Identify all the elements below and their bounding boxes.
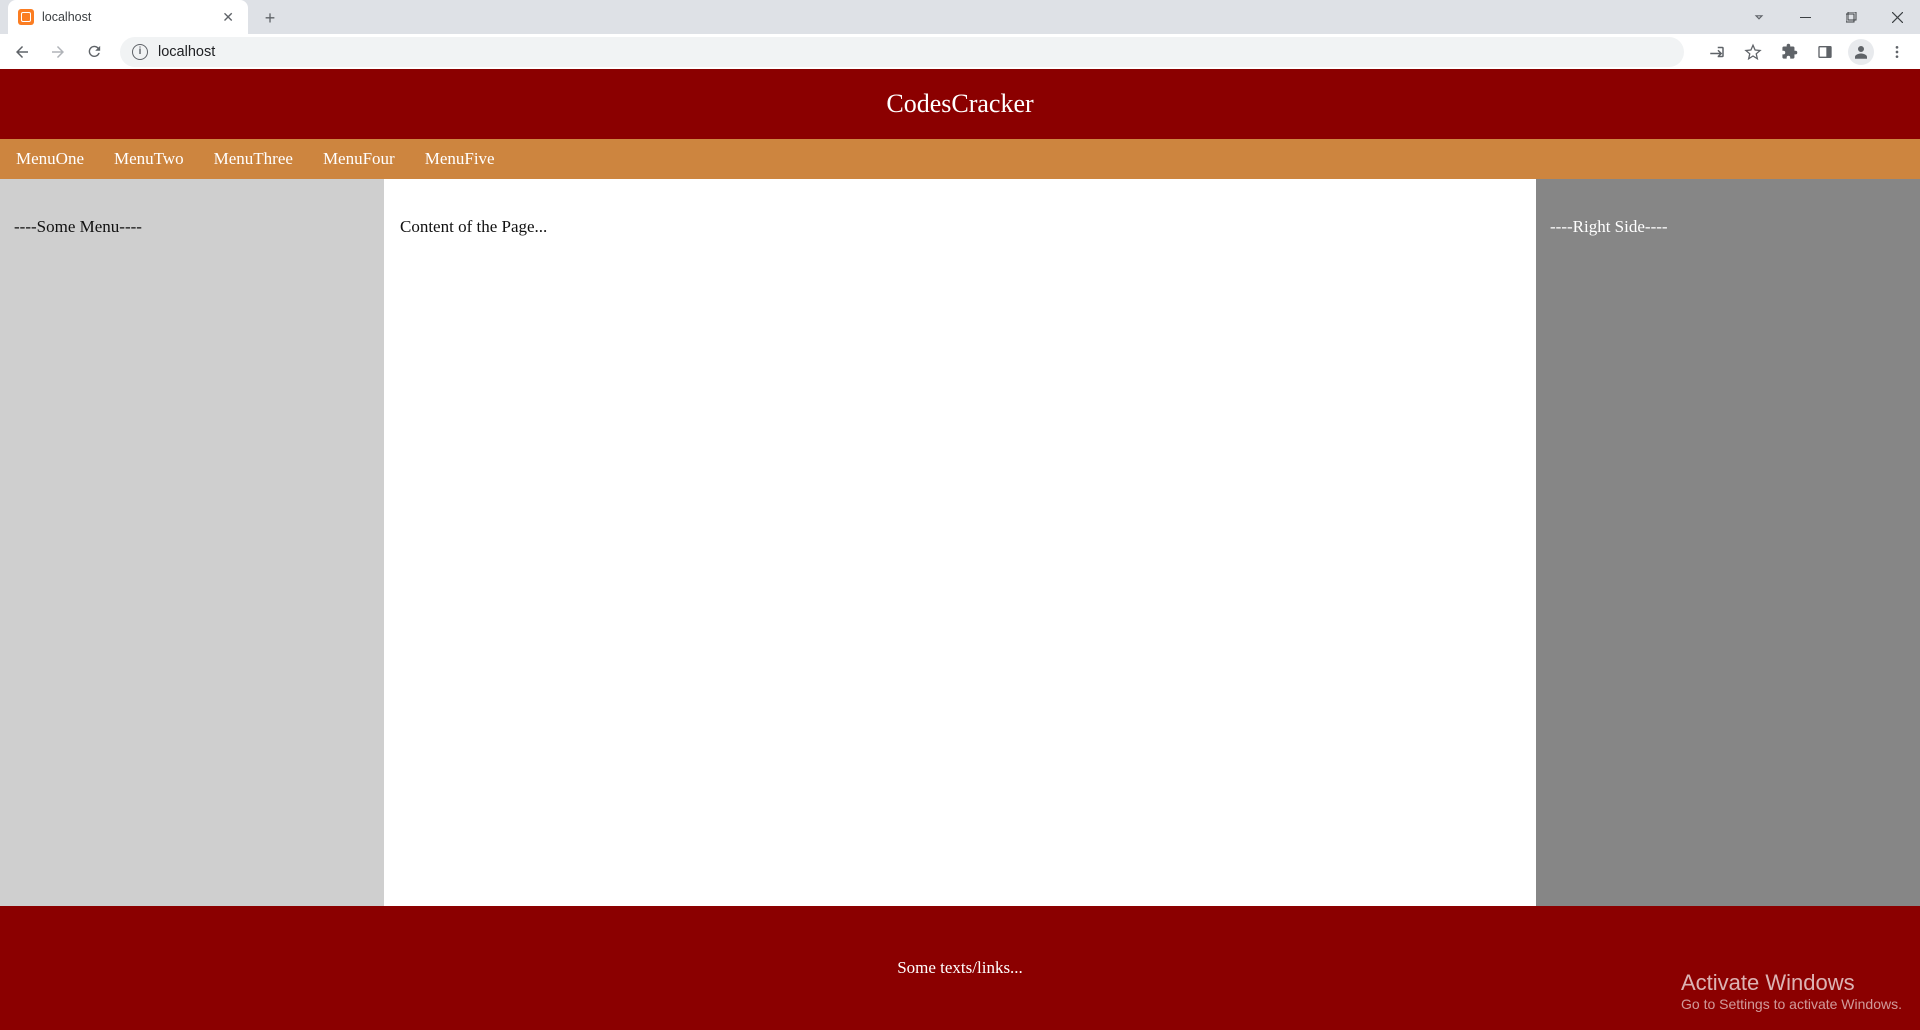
- site-title: CodesCracker: [886, 89, 1033, 118]
- menu-item-four[interactable]: MenuFour: [323, 149, 395, 169]
- menu-item-two[interactable]: MenuTwo: [114, 149, 184, 169]
- arrow-left-icon: [13, 43, 31, 61]
- extensions-button[interactable]: [1772, 35, 1806, 69]
- new-tab-button[interactable]: +: [256, 4, 284, 32]
- chevron-down-icon: [1752, 10, 1766, 24]
- menu-button[interactable]: [1880, 35, 1914, 69]
- page-footer: Some texts/links...: [0, 906, 1920, 1030]
- footer-text: Some texts/links...: [897, 958, 1023, 977]
- right-sidebar-text: ----Right Side----: [1550, 217, 1668, 236]
- close-window-button[interactable]: [1874, 2, 1920, 32]
- star-icon: [1744, 43, 1762, 61]
- menu-item-one[interactable]: MenuOne: [16, 149, 84, 169]
- panel-icon: [1817, 44, 1833, 60]
- url-text: localhost: [158, 44, 215, 60]
- back-button[interactable]: [6, 36, 38, 68]
- tab-strip: localhost ✕ +: [0, 0, 1920, 34]
- browser-tab[interactable]: localhost ✕: [8, 0, 248, 34]
- maximize-button[interactable]: [1828, 2, 1874, 32]
- minimize-icon: [1800, 12, 1811, 23]
- share-icon: [1708, 43, 1726, 61]
- forward-button[interactable]: [42, 36, 74, 68]
- page-header: CodesCracker: [0, 69, 1920, 139]
- page-viewport: CodesCracker MenuOne MenuTwo MenuThree M…: [0, 69, 1920, 1030]
- reload-button[interactable]: [78, 36, 110, 68]
- minimize-button[interactable]: [1782, 2, 1828, 32]
- tab-title: localhost: [42, 10, 210, 24]
- menu-item-three[interactable]: MenuThree: [214, 149, 293, 169]
- profile-button[interactable]: [1844, 35, 1878, 69]
- maximize-icon: [1846, 12, 1857, 23]
- left-sidebar: ----Some Menu----: [0, 179, 384, 906]
- browser-chrome: localhost ✕ + i localhost: [0, 0, 1920, 69]
- share-button[interactable]: [1700, 35, 1734, 69]
- main-content: Content of the Page...: [384, 179, 1536, 906]
- tab-search-button[interactable]: [1736, 10, 1782, 24]
- right-sidebar: ----Right Side----: [1536, 179, 1920, 906]
- arrow-right-icon: [49, 43, 67, 61]
- bookmark-button[interactable]: [1736, 35, 1770, 69]
- close-tab-icon[interactable]: ✕: [218, 9, 238, 26]
- kebab-icon: [1889, 44, 1905, 60]
- browser-toolbar: i localhost: [0, 34, 1920, 69]
- close-icon: [1892, 12, 1903, 23]
- main-content-text: Content of the Page...: [400, 217, 547, 236]
- window-controls: [1736, 0, 1920, 34]
- address-bar[interactable]: i localhost: [120, 37, 1684, 67]
- menu-item-five[interactable]: MenuFive: [425, 149, 495, 169]
- avatar-icon: [1848, 39, 1874, 65]
- sidepanel-button[interactable]: [1808, 35, 1842, 69]
- body-row: ----Some Menu---- Content of the Page...…: [0, 179, 1920, 906]
- left-sidebar-text: ----Some Menu----: [14, 217, 142, 236]
- nav-menu: MenuOne MenuTwo MenuThree MenuFour MenuF…: [0, 139, 1920, 179]
- reload-icon: [86, 43, 103, 60]
- xampp-favicon-icon: [18, 9, 34, 25]
- puzzle-icon: [1781, 43, 1798, 60]
- site-info-icon[interactable]: i: [132, 44, 148, 60]
- toolbar-actions: [1700, 35, 1914, 69]
